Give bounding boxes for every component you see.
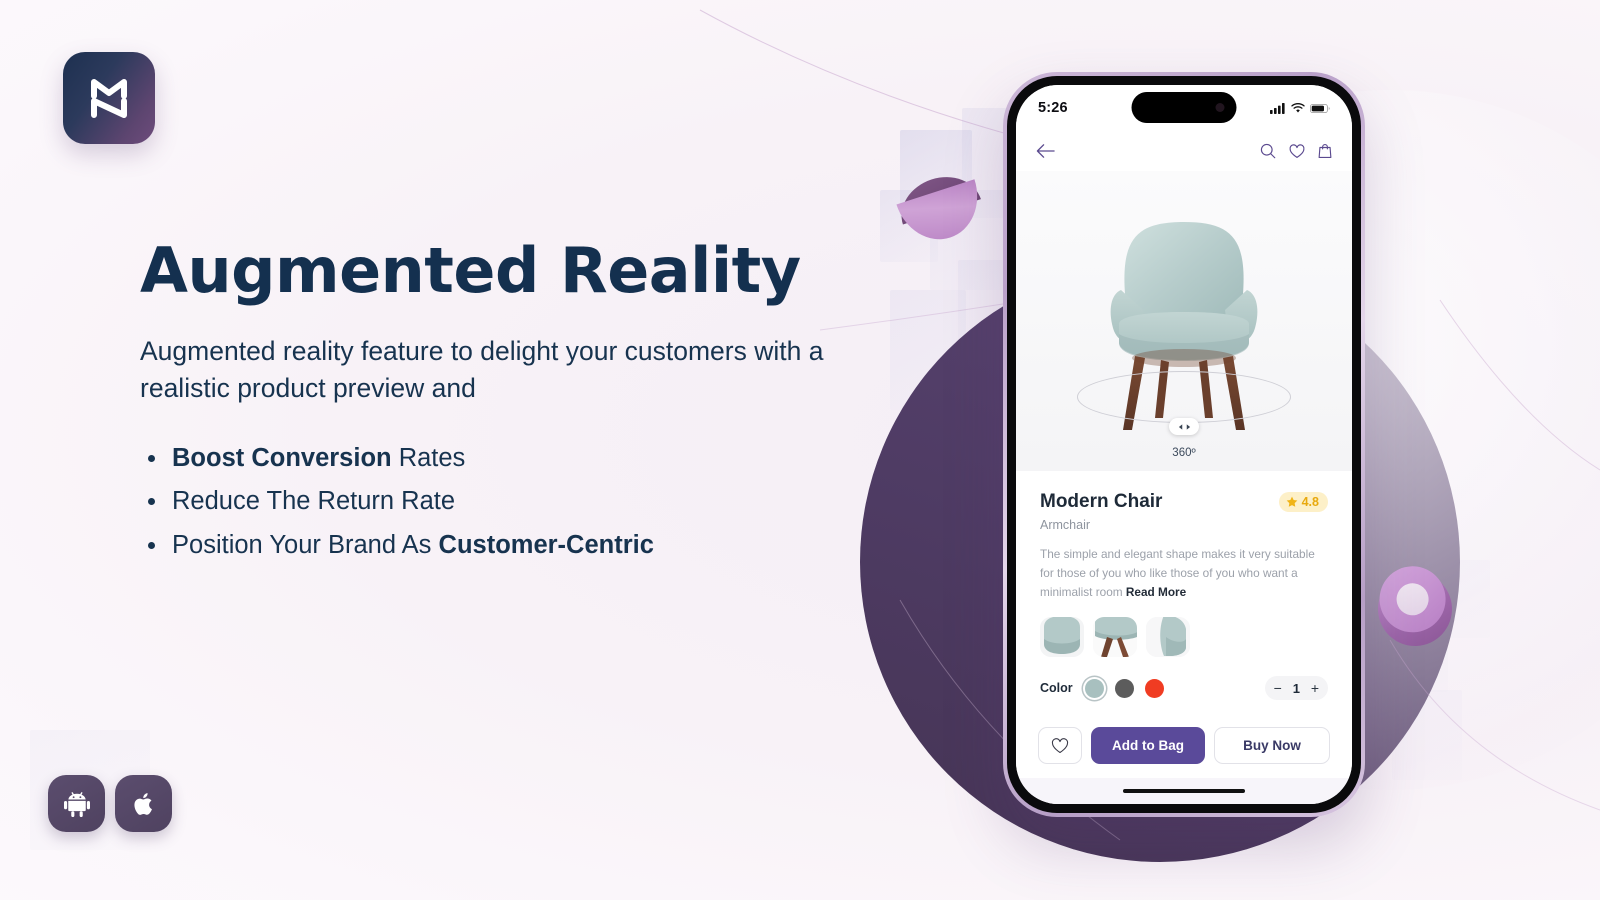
- rotate-arrows-icon: [1178, 423, 1190, 430]
- rating-badge: 4.8: [1278, 492, 1328, 512]
- benefit-list: Boost Conversion Rates Reduce The Return…: [140, 440, 900, 563]
- cellular-signal-icon: [1270, 102, 1285, 114]
- hero-copy: Augmented Reality Augmented reality feat…: [140, 238, 900, 570]
- color-label: Color: [1040, 681, 1073, 696]
- back-arrow-icon[interactable]: [1036, 143, 1055, 159]
- home-indicator-area: [1016, 778, 1352, 804]
- phone-bezel: 5:26 360º Modern Chair 4.8 Armchair The …: [1007, 76, 1361, 813]
- bullet-bold-prefix: Boost Conversion: [172, 444, 392, 473]
- chair-thumb-side-icon: [1146, 617, 1190, 658]
- phone-mockup: 5:26 360º Modern Chair 4.8 Armchair The …: [1003, 72, 1365, 817]
- battery-icon: [1310, 103, 1330, 113]
- color-swatch-charcoal[interactable]: [1114, 678, 1134, 698]
- rotate-handle[interactable]: [1169, 418, 1199, 435]
- thumbnail-side[interactable]: [1146, 617, 1190, 658]
- chair-thumb-front-icon: [1040, 617, 1084, 658]
- read-more-link[interactable]: Read More: [1126, 585, 1186, 599]
- quantity-increase-button[interactable]: +: [1308, 680, 1322, 696]
- rating-value: 4.8: [1301, 495, 1319, 509]
- page-title: Augmented Reality: [140, 234, 801, 307]
- hero-subtitle: Augmented reality feature to delight you…: [140, 336, 824, 403]
- rotate-ellipse: [1077, 371, 1291, 423]
- shopping-bag-icon[interactable]: [1318, 143, 1332, 159]
- home-indicator[interactable]: [1123, 789, 1245, 793]
- ar-product-viewer[interactable]: 360º: [1016, 171, 1352, 471]
- product-category: Armchair: [1040, 518, 1091, 532]
- store-badges: [48, 775, 172, 832]
- heart-icon[interactable]: [1289, 143, 1305, 159]
- star-icon: [1286, 496, 1297, 507]
- poster-canvas: Augmented Reality Augmented reality feat…: [0, 0, 1600, 900]
- list-item: Reduce The Return Rate: [140, 483, 900, 519]
- bullet-text: Rates: [391, 444, 466, 473]
- apple-badge[interactable]: [115, 775, 172, 832]
- mn-monogram-icon: [91, 79, 127, 118]
- dynamic-island: [1131, 92, 1237, 123]
- product-info-panel: Modern Chair 4.8 Armchair The simple and…: [1016, 471, 1352, 727]
- rotate-label: 360º: [1172, 447, 1196, 459]
- add-to-bag-button[interactable]: Add to Bag: [1091, 727, 1205, 764]
- favorite-button[interactable]: [1038, 727, 1082, 764]
- product-action-bar: Add to Bag Buy Now: [1016, 727, 1352, 778]
- color-swatch-red[interactable]: [1144, 678, 1164, 698]
- search-icon[interactable]: [1260, 143, 1276, 159]
- product-thumbnails: [1040, 617, 1328, 658]
- list-item: Position Your Brand As Customer-Centric: [140, 527, 900, 563]
- product-description: The simple and elegant shape makes it ve…: [1040, 545, 1328, 602]
- quantity-value: 1: [1292, 680, 1300, 696]
- nav-actions: [1260, 143, 1332, 159]
- quantity-decrease-button[interactable]: −: [1271, 680, 1285, 696]
- wifi-icon: [1291, 102, 1305, 113]
- product-title-row: Modern Chair 4.8: [1040, 491, 1328, 513]
- list-item: Boost Conversion Rates: [140, 440, 900, 476]
- bullet-bold-suffix: Customer-Centric: [438, 530, 654, 559]
- brand-logo[interactable]: [63, 52, 155, 144]
- app-nav-bar: [1016, 131, 1352, 171]
- color-selector-row: Color − 1 +: [1040, 676, 1328, 701]
- quantity-stepper: − 1 +: [1264, 676, 1328, 701]
- android-badge[interactable]: [48, 775, 105, 832]
- status-bar: 5:26: [1016, 85, 1352, 131]
- product-title: Modern Chair: [1040, 491, 1163, 512]
- thumbnail-leg[interactable]: [1093, 617, 1137, 658]
- front-camera-icon: [1215, 103, 1225, 112]
- heart-outline-icon: [1051, 737, 1069, 753]
- apple-icon: [133, 792, 152, 815]
- status-time: 5:26: [1038, 100, 1068, 116]
- phone-screen: 5:26 360º Modern Chair 4.8 Armchair The …: [1016, 85, 1352, 804]
- buy-now-button[interactable]: Buy Now: [1214, 727, 1330, 764]
- thumbnail-front[interactable]: [1040, 617, 1084, 658]
- bullet-text: Reduce The Return Rate: [172, 487, 456, 516]
- status-icons: [1270, 102, 1330, 114]
- chair-thumb-leg-icon: [1093, 617, 1137, 658]
- bullet-text: Position Your Brand As: [172, 530, 439, 559]
- android-icon: [63, 791, 90, 817]
- color-swatch-sage[interactable]: [1084, 678, 1104, 698]
